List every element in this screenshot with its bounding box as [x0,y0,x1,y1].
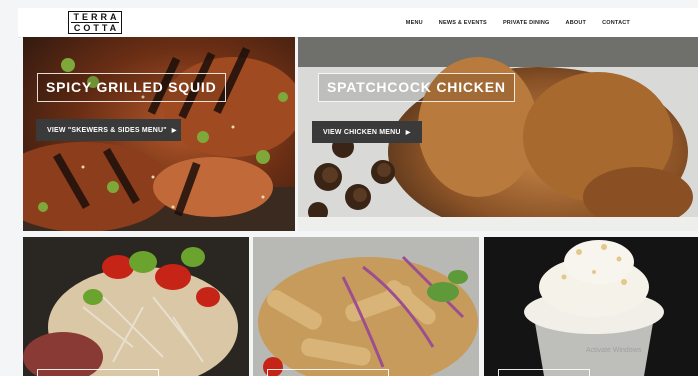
nav-private-dining[interactable]: PRIVATE DINING [503,20,550,26]
tile-dish-4[interactable] [253,237,479,376]
tile-spicy-grilled-squid[interactable]: SPICY GRILLED SQUID VIEW "SKEWERS & SIDE… [23,37,295,231]
squid-button-label: VIEW "SKEWERS & SIDES MENU" [47,126,167,134]
tile-5-label-box [498,369,590,376]
tile-4-label-box [267,369,389,376]
nav-contact[interactable]: CONTACT [602,20,630,26]
chicken-button-label: VIEW CHICKEN MENU [323,128,401,136]
terra-cotta-logo[interactable]: TERRA COTTA [68,11,122,34]
salad-photo [23,237,249,376]
page: TERRA COTTA MENU NEWS & EVENTS PRIVATE D… [0,0,698,376]
tile-dish-3[interactable] [23,237,249,376]
logo-line-2: COTTA [73,23,120,33]
activate-windows-watermark: Activate Windows [586,347,642,354]
dessert-photo [484,237,698,376]
nav-about[interactable]: ABOUT [566,20,587,26]
tile-dish-5[interactable] [484,237,698,376]
logo-line-1: TERRA [73,12,120,22]
nav-news-events[interactable]: NEWS & EVENTS [439,20,487,26]
fried-dish-photo [253,237,479,376]
view-skewers-sides-menu-button[interactable]: VIEW "SKEWERS & SIDES MENU" ▶ [36,119,181,141]
view-chicken-menu-button[interactable]: VIEW CHICKEN MENU ▶ [312,121,422,143]
site-header: TERRA COTTA MENU NEWS & EVENTS PRIVATE D… [18,8,698,38]
tile-spatchcock-chicken[interactable]: SPATCHCOCK CHICKEN VIEW CHICKEN MENU ▶ [298,37,698,231]
chevron-right-icon: ▶ [171,127,177,134]
tile-3-label-box [37,369,159,376]
main-nav: MENU NEWS & EVENTS PRIVATE DINING ABOUT … [406,8,630,38]
dish-title-squid: SPICY GRILLED SQUID [37,73,226,102]
nav-menu[interactable]: MENU [406,20,423,26]
chevron-right-icon: ▶ [405,129,411,136]
dish-title-chicken: SPATCHCOCK CHICKEN [318,73,515,102]
